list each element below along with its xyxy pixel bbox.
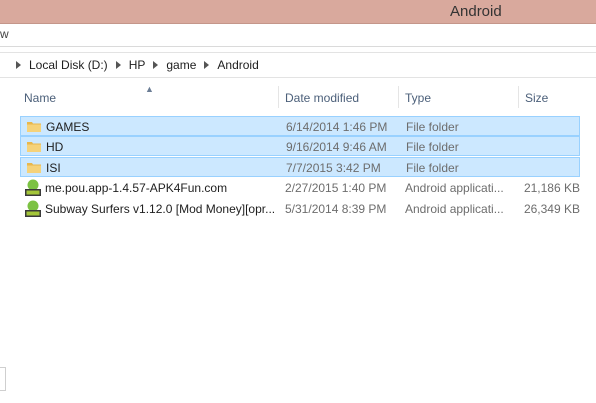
column-divider[interactable] (518, 86, 519, 108)
file-name: ISI (46, 161, 61, 175)
apk-icon (25, 179, 41, 196)
column-header-row: ▲ Name Date modified Type Size (20, 84, 596, 108)
file-date-modified: 9/16/2014 9:46 AM (286, 140, 387, 154)
address-bar[interactable]: Local Disk (D:) HP game Android (0, 52, 596, 78)
column-divider[interactable] (398, 86, 399, 108)
folder-icon (27, 163, 41, 173)
file-type: File folder (406, 140, 459, 154)
chevron-right-icon[interactable] (153, 61, 159, 69)
column-header-date-modified[interactable]: Date modified (285, 91, 359, 105)
file-row[interactable]: GAMES 6/14/2014 1:46 PM File folder (20, 116, 580, 136)
file-type: Android applicati... (405, 202, 504, 216)
file-name: GAMES (46, 120, 90, 134)
file-size: 26,349 KB (523, 202, 580, 216)
breadcrumb-item-game[interactable]: game (166, 58, 196, 72)
file-date-modified: 7/7/2015 3:42 PM (286, 161, 381, 175)
sort-ascending-icon: ▲ (145, 84, 154, 94)
column-header-size[interactable]: Size (525, 91, 548, 105)
folder-icon (27, 122, 41, 132)
chevron-right-icon[interactable] (204, 61, 210, 69)
file-type: File folder (406, 161, 459, 175)
file-date-modified: 2/27/2015 1:40 PM (285, 181, 387, 195)
column-divider[interactable] (278, 86, 279, 108)
title-bar: Android (0, 0, 596, 24)
file-type: File folder (406, 120, 459, 134)
file-type: Android applicati... (405, 181, 504, 195)
chevron-right-icon[interactable] (16, 61, 21, 69)
navigation-pane-edge (0, 367, 6, 391)
file-name: Subway Surfers v1.12.0 [Mod Money][opr..… (45, 202, 276, 216)
breadcrumb: Local Disk (D:) HP game Android (8, 58, 259, 72)
column-header-name[interactable]: Name (24, 91, 56, 105)
file-row[interactable]: Subway Surfers v1.12.0 [Mod Money][opr..… (20, 199, 580, 219)
file-row[interactable]: me.pou.app-1.4.57-APK4Fun.com 2/27/2015 … (20, 178, 580, 198)
file-date-modified: 5/31/2014 8:39 PM (285, 202, 387, 216)
ribbon-area: w (0, 24, 596, 47)
apk-icon (25, 200, 41, 217)
window-title: Android (450, 3, 502, 20)
breadcrumb-item-hp[interactable]: HP (129, 58, 146, 72)
column-header-type[interactable]: Type (405, 91, 431, 105)
ribbon-text-fragment: w (0, 27, 9, 41)
file-name: me.pou.app-1.4.57-APK4Fun.com (45, 181, 228, 195)
file-row[interactable]: HD 9/16/2014 9:46 AM File folder (20, 136, 580, 156)
chevron-right-icon[interactable] (115, 61, 121, 69)
file-name: HD (46, 140, 64, 154)
file-date-modified: 6/14/2014 1:46 PM (286, 120, 388, 134)
folder-icon (27, 142, 41, 152)
file-size: 21,186 KB (523, 181, 580, 195)
breadcrumb-item-android[interactable]: Android (217, 58, 258, 72)
file-row[interactable]: ISI 7/7/2015 3:42 PM File folder (20, 157, 580, 177)
breadcrumb-item-local-disk[interactable]: Local Disk (D:) (29, 58, 108, 72)
